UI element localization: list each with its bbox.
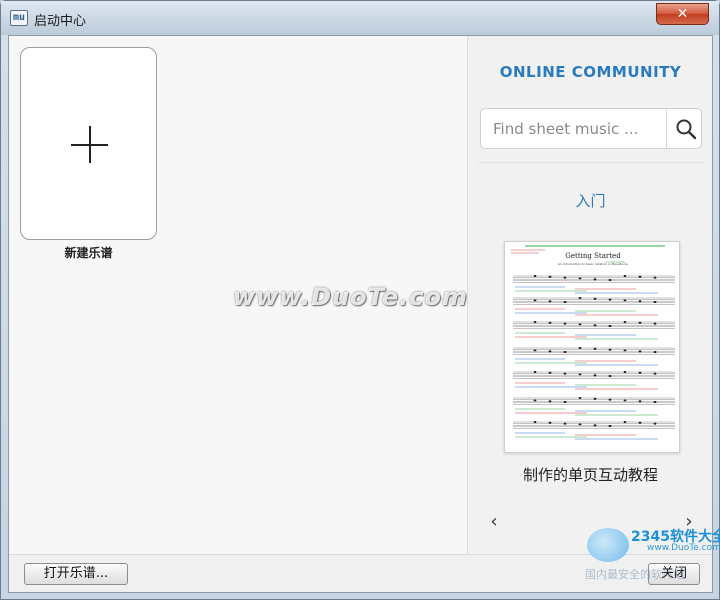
note-head (653, 372, 657, 375)
note-head (563, 322, 567, 325)
open-score-button[interactable]: 打开乐谱... (24, 563, 128, 585)
note-head (563, 401, 567, 403)
close-button[interactable]: 关闭 (648, 563, 700, 585)
note-head (593, 297, 597, 300)
bottom-button-bar: 打开乐谱... 关闭 (9, 554, 712, 592)
note-head (638, 275, 642, 278)
note-head (653, 301, 657, 303)
duote-watermark: www.DuoTe.com (233, 283, 468, 311)
note-head (608, 398, 612, 401)
note-head (593, 374, 597, 377)
note-head (623, 371, 627, 373)
note-head (563, 422, 567, 425)
tutorial-thumbnail[interactable]: Getting Started An introduction to basic… (504, 241, 680, 453)
note-head (653, 322, 657, 325)
tutorial-doc-title: Getting Started (565, 252, 621, 260)
online-community-pane: ONLINE COMMUNITY 入门 Getting Started An i… (467, 36, 712, 554)
previous-arrow-icon[interactable]: ‹ (486, 512, 502, 532)
note-head (563, 276, 567, 279)
note-head (608, 325, 612, 327)
note-head (578, 373, 582, 376)
note-head (653, 276, 657, 279)
sheet-music-preview: Getting Started An introduction to basic… (505, 242, 679, 452)
note-head (608, 348, 612, 351)
note-head (638, 300, 642, 303)
launch-center-window: mu 启动中心 ✕ 新建乐谱 ONLINE COMMUNITY 入门 (0, 0, 720, 600)
note-head (638, 400, 642, 403)
getting-started-section-title: 入门 (575, 192, 606, 210)
note-head (533, 321, 537, 323)
search-icon[interactable] (675, 118, 697, 140)
search-divider (666, 109, 667, 148)
note-head (593, 324, 597, 327)
note-head (533, 371, 537, 373)
note-head (533, 399, 537, 402)
separator (478, 162, 703, 163)
musescore-app-icon: mu (10, 10, 28, 26)
note-head (548, 421, 552, 424)
note-head (593, 397, 597, 400)
note-head (578, 347, 582, 349)
note-head (608, 375, 612, 377)
note-head (533, 275, 537, 277)
note-head (533, 299, 537, 302)
note-head (623, 321, 627, 323)
note-head (578, 297, 582, 299)
note-head (638, 321, 642, 324)
next-arrow-icon[interactable]: › (681, 512, 697, 532)
note-head (623, 349, 627, 352)
window-title: 启动中心 (34, 14, 87, 29)
note-head (608, 298, 612, 301)
note-head (548, 300, 552, 303)
note-head (623, 421, 627, 423)
note-head (593, 278, 597, 281)
note-head (548, 275, 552, 278)
note-head (653, 401, 657, 403)
note-head (593, 424, 597, 427)
note-head (608, 425, 612, 427)
note-head (548, 350, 552, 353)
search-input[interactable] (481, 109, 666, 148)
note-head (578, 397, 582, 399)
note-head (563, 372, 567, 375)
note-head (563, 351, 567, 353)
new-score-card[interactable] (20, 47, 157, 240)
title-bar: mu 启动中心 ✕ (1, 1, 719, 35)
tutorial-caption: 制作的单页互动教程 (522, 466, 658, 484)
plus-icon-vertical (89, 126, 91, 163)
note-head (638, 371, 642, 374)
note-head (638, 350, 642, 353)
note-head (653, 422, 657, 425)
note-head (623, 275, 627, 277)
sheet-music-search (480, 108, 702, 149)
note-head (638, 421, 642, 424)
note-head (548, 400, 552, 403)
note-head (623, 399, 627, 402)
client-area: 新建乐谱 ONLINE COMMUNITY 入门 Getting Started (8, 35, 713, 593)
window-close-button[interactable]: ✕ (656, 3, 709, 25)
note-head (563, 301, 567, 303)
note-head (548, 321, 552, 324)
note-head (623, 299, 627, 302)
note-head (548, 371, 552, 374)
note-head (533, 421, 537, 423)
note-head (578, 423, 582, 426)
tutorial-doc-subtitle: An introduction to basic notation in Mus… (558, 262, 628, 266)
new-score-label: 新建乐谱 (64, 246, 113, 260)
note-head (533, 349, 537, 352)
online-community-heading: ONLINE COMMUNITY (499, 63, 682, 81)
note-head (653, 351, 657, 353)
note-head (608, 279, 612, 281)
note-head (578, 323, 582, 326)
note-head (593, 347, 597, 350)
note-head (578, 277, 582, 280)
